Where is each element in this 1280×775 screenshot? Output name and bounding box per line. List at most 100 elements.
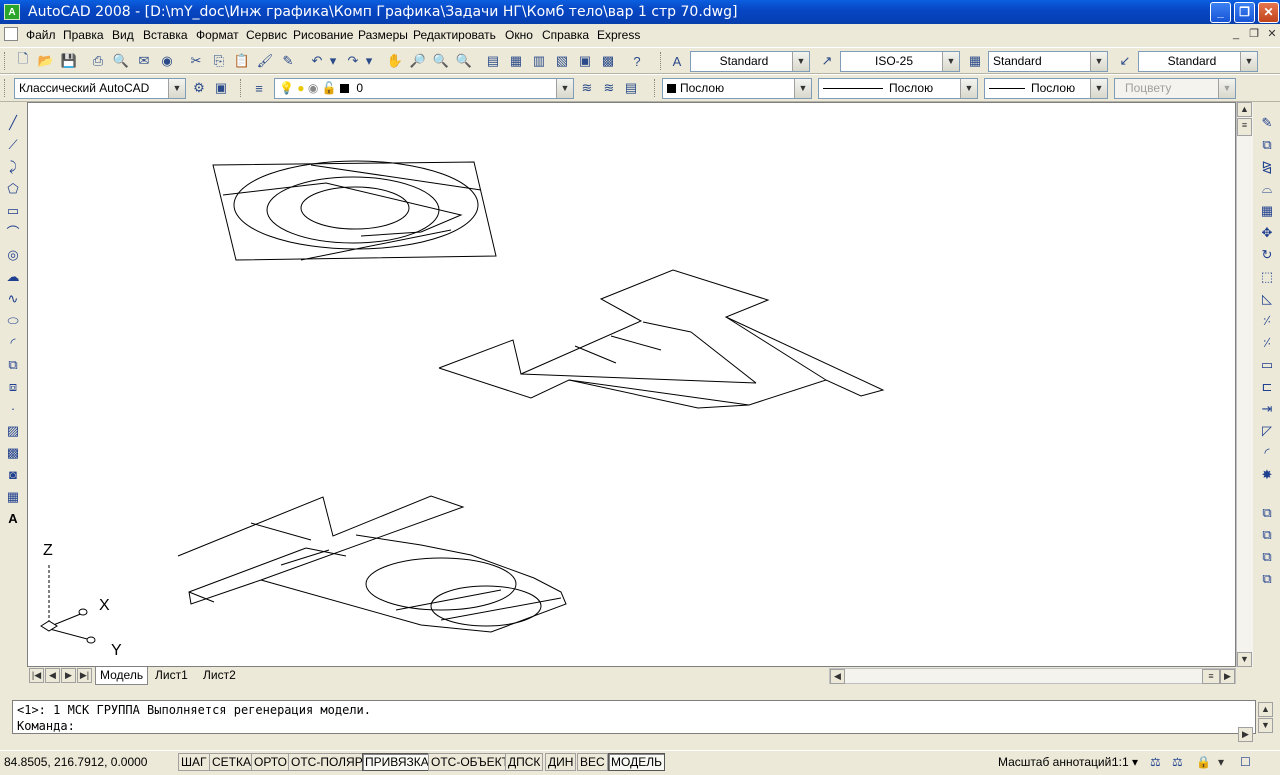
new-icon[interactable]: 🗋 — [14, 51, 32, 70]
chevron-down-icon[interactable]: ▼ — [792, 52, 809, 71]
chevron-down-icon[interactable]: ▼ — [1090, 79, 1107, 98]
line-icon[interactable]: ╱ — [4, 114, 22, 132]
point-icon[interactable]: · — [4, 400, 22, 418]
hatch-icon[interactable]: ▨ — [4, 422, 22, 440]
design-center-icon[interactable]: ▦ — [507, 52, 525, 70]
close-button[interactable]: ✕ — [1258, 2, 1279, 23]
toolbar-grip[interactable] — [654, 79, 658, 97]
dim-style-select[interactable]: ISO-25 ▼ — [840, 51, 960, 72]
3d-dwf-icon[interactable]: ◉ — [158, 52, 176, 70]
cmd-scroll-down-icon[interactable]: ▼ — [1258, 718, 1273, 733]
annotation-scale-select[interactable]: 1:1 ▾ — [1112, 755, 1138, 769]
tab-model[interactable]: Модель — [95, 667, 149, 685]
coordinates-readout[interactable]: 84.8505, 216.7912, 0.0000 — [4, 755, 147, 769]
redo-dropdown-icon[interactable]: ▾ — [364, 52, 374, 70]
scroll-down-icon[interactable]: ▼ — [1237, 652, 1252, 667]
document-icon[interactable] — [4, 27, 18, 41]
polar-toggle[interactable]: ОТС-ПОЛЯР — [288, 753, 366, 771]
viewport-freeze-icon[interactable]: ◉ — [308, 81, 318, 95]
menu-view[interactable]: Вид — [112, 28, 134, 42]
menu-express[interactable]: Express — [597, 28, 640, 42]
block-editor-icon[interactable]: ✎ — [279, 52, 297, 70]
vertical-scrollbar[interactable]: ▲ ≡ ▼ — [1236, 102, 1253, 667]
bulb-icon[interactable]: 💡 — [279, 81, 294, 95]
annotation-visibility-icon[interactable]: ⚖ — [1150, 755, 1161, 769]
chevron-down-icon[interactable]: ▼ — [556, 79, 573, 98]
send-under-icon[interactable]: ⧉ — [1258, 570, 1276, 588]
table-style-select[interactable]: Standard ▼ — [988, 51, 1108, 72]
cmd-scroll-up-icon[interactable]: ▲ — [1258, 702, 1273, 717]
cut-icon[interactable]: ✂ — [187, 52, 205, 70]
spline-icon[interactable]: ∿ — [4, 290, 22, 308]
cmd-scroll-right-icon[interactable]: ▶ — [1238, 727, 1253, 742]
command-prompt[interactable]: Команда: — [17, 719, 75, 733]
chevron-down-icon[interactable]: ▾ — [1132, 755, 1138, 769]
text-style-icon[interactable]: A — [668, 52, 686, 70]
trim-icon[interactable]: ⸓ — [1258, 312, 1276, 330]
sun-icon[interactable]: ● — [297, 81, 304, 95]
maximize-button[interactable]: ❐ — [1234, 2, 1255, 23]
publish-icon[interactable]: ✉ — [135, 52, 153, 70]
explode-icon[interactable]: ✸ — [1258, 466, 1276, 484]
color-select[interactable]: Послою ▼ — [662, 78, 812, 99]
otrack-toggle[interactable]: ОТС-ОБЪЕКТ — [428, 753, 512, 771]
lock-icon[interactable]: 🔓 — [322, 81, 337, 95]
linetype-select[interactable]: Послою ▼ — [818, 78, 978, 99]
right-view-drawing[interactable] — [438, 269, 885, 409]
table-icon[interactable]: ▦ — [4, 488, 22, 506]
last-tab-icon[interactable]: ▶| — [77, 668, 92, 683]
make-current-layer-icon[interactable]: ≋ — [578, 79, 596, 97]
scroll-right-icon[interactable]: ▶ — [1220, 669, 1235, 684]
auto-scale-icon[interactable]: ⚖ — [1172, 755, 1183, 769]
scroll-thumb[interactable]: ≡ — [1237, 118, 1252, 136]
draw-order-back-icon[interactable]: ⧉ — [1258, 526, 1276, 544]
redo-icon[interactable]: ↷ — [344, 52, 362, 70]
layer-manager-icon[interactable]: ≡ — [250, 79, 268, 97]
gradient-icon[interactable]: ▩ — [4, 444, 22, 462]
horizontal-scrollbar[interactable]: ◀ ≡ ▶ — [829, 668, 1236, 684]
copy-object-icon[interactable]: ⧉ — [1258, 136, 1276, 154]
menu-edit[interactable]: Правка — [63, 28, 104, 42]
workspace-settings-icon[interactable]: ⚙ — [190, 79, 208, 97]
zoom-previous-icon[interactable]: 🔍 — [455, 52, 473, 70]
open-icon[interactable]: 📂 — [37, 52, 55, 70]
table-style-icon[interactable]: ▦ — [966, 52, 984, 70]
move-icon[interactable]: ✥ — [1258, 224, 1276, 242]
properties-icon[interactable]: ▤ — [484, 52, 502, 70]
ortho-toggle[interactable]: ОРТО — [251, 753, 290, 771]
lineweight-select[interactable]: Послою ▼ — [984, 78, 1108, 99]
chamfer-icon[interactable]: ◸ — [1258, 422, 1276, 440]
rotate-icon[interactable]: ↻ — [1258, 246, 1276, 264]
chevron-down-icon[interactable]: ▼ — [794, 79, 811, 98]
markup-icon[interactable]: ▣ — [576, 52, 594, 70]
next-tab-icon[interactable]: ▶ — [61, 668, 76, 683]
menu-dimension[interactable]: Размеры — [358, 28, 408, 42]
multileader-style-select[interactable]: Standard ▼ — [1138, 51, 1258, 72]
prev-tab-icon[interactable]: ◀ — [45, 668, 60, 683]
chevron-down-icon[interactable]: ▼ — [168, 79, 185, 98]
sheet-set-icon[interactable]: ▧ — [553, 52, 571, 70]
chevron-down-icon[interactable]: ▼ — [1240, 52, 1257, 71]
construction-line-icon[interactable]: ⟋ — [4, 136, 22, 154]
chevron-down-icon[interactable]: ▼ — [1090, 52, 1107, 71]
circle-icon[interactable]: ◎ — [4, 246, 22, 264]
toolbar-grip[interactable] — [660, 52, 664, 70]
scale-icon[interactable]: ⬚ — [1258, 268, 1276, 286]
calculator-icon[interactable]: ▩ — [599, 52, 617, 70]
ducs-toggle[interactable]: ДПСК — [505, 753, 544, 771]
ellipse-arc-icon[interactable]: ◜ — [4, 334, 22, 352]
multileader-style-icon[interactable]: ↙ — [1116, 52, 1134, 70]
rectangle-icon[interactable]: ▭ — [4, 202, 22, 220]
revision-cloud-icon[interactable]: ☁ — [4, 268, 22, 286]
undo-dropdown-icon[interactable]: ▾ — [328, 52, 338, 70]
drawing-svg[interactable]: Z X Y — [28, 103, 1235, 666]
pan-icon[interactable]: ✋ — [386, 52, 404, 70]
chevron-down-icon[interactable]: ▼ — [960, 79, 977, 98]
isometric-view-drawing[interactable] — [177, 495, 567, 633]
menu-insert[interactable]: Вставка — [143, 28, 188, 42]
doc-minimize-button[interactable]: _ — [1228, 27, 1244, 43]
layer-select[interactable]: 💡 ● ◉ 🔓 0 ▼ — [274, 78, 574, 99]
copy-icon[interactable]: ⎘ — [210, 52, 228, 70]
zoom-window-icon[interactable]: 🔍 — [432, 52, 450, 70]
tab-layout1[interactable]: Лист1 — [151, 667, 192, 684]
